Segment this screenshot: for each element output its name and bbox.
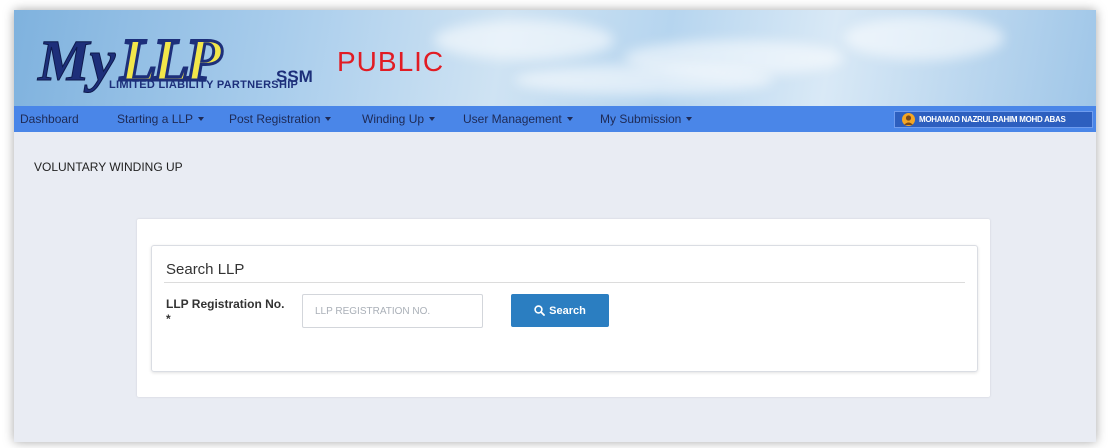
user-menu[interactable]: MOHAMAD NAZRULRAHIM MOHD ABAS: [894, 111, 1093, 128]
nav-winding-up[interactable]: Winding Up: [362, 112, 436, 126]
nav-dashboard-label: Dashboard: [20, 112, 79, 126]
search-icon: [534, 304, 546, 316]
search-button[interactable]: Search: [511, 294, 609, 327]
public-label: PUBLIC: [337, 46, 445, 77]
panel-title: Search LLP: [166, 261, 245, 278]
nav-user-management[interactable]: User Management: [463, 112, 573, 126]
chevron-down-icon: [566, 117, 573, 121]
search-button-label: Search: [549, 304, 586, 317]
logo-subtitle: LIMITED LIABILITY PARTNERSHIP: [109, 79, 299, 91]
chevron-down-icon: [325, 117, 332, 121]
nav-my-submission-label: My Submission: [600, 112, 682, 126]
nav-dashboard[interactable]: Dashboard: [20, 112, 79, 126]
nav-post-registration[interactable]: Post Registration: [229, 112, 332, 126]
page-title: VOLUNTARY WINDING UP: [34, 160, 183, 174]
top-nav-bar: Dashboard Starting a LLP Post Registrati…: [14, 106, 1096, 132]
logo-my-text: My: [37, 28, 116, 93]
avatar: [902, 113, 915, 126]
nav-starting-a-llp[interactable]: Starting a LLP: [117, 112, 205, 126]
nav-post-registration-label: Post Registration: [229, 112, 321, 126]
nav-my-submission[interactable]: My Submission: [600, 112, 693, 126]
chevron-down-icon: [686, 117, 693, 121]
chevron-down-icon: [429, 117, 436, 121]
nav-user-management-label: User Management: [463, 112, 562, 126]
divider: [164, 282, 965, 283]
chevron-down-icon: [198, 117, 205, 121]
search-panel: Search LLP LLP Registration No. * Search: [151, 245, 978, 372]
app-window: My LLP SSM LIMITED LIABILITY PARTNERSHIP…: [14, 10, 1096, 442]
content-card: Search LLP LLP Registration No. * Search: [137, 219, 990, 397]
nav-winding-up-label: Winding Up: [362, 112, 425, 126]
registration-no-input[interactable]: [302, 294, 483, 328]
registration-no-label: LLP Registration No. *: [166, 297, 285, 326]
nav-starting-a-llp-label: Starting a LLP: [117, 112, 194, 126]
user-name: MOHAMAD NAZRULRAHIM MOHD ABAS: [919, 115, 1066, 124]
header-banner: My LLP SSM LIMITED LIABILITY PARTNERSHIP…: [14, 10, 1096, 106]
